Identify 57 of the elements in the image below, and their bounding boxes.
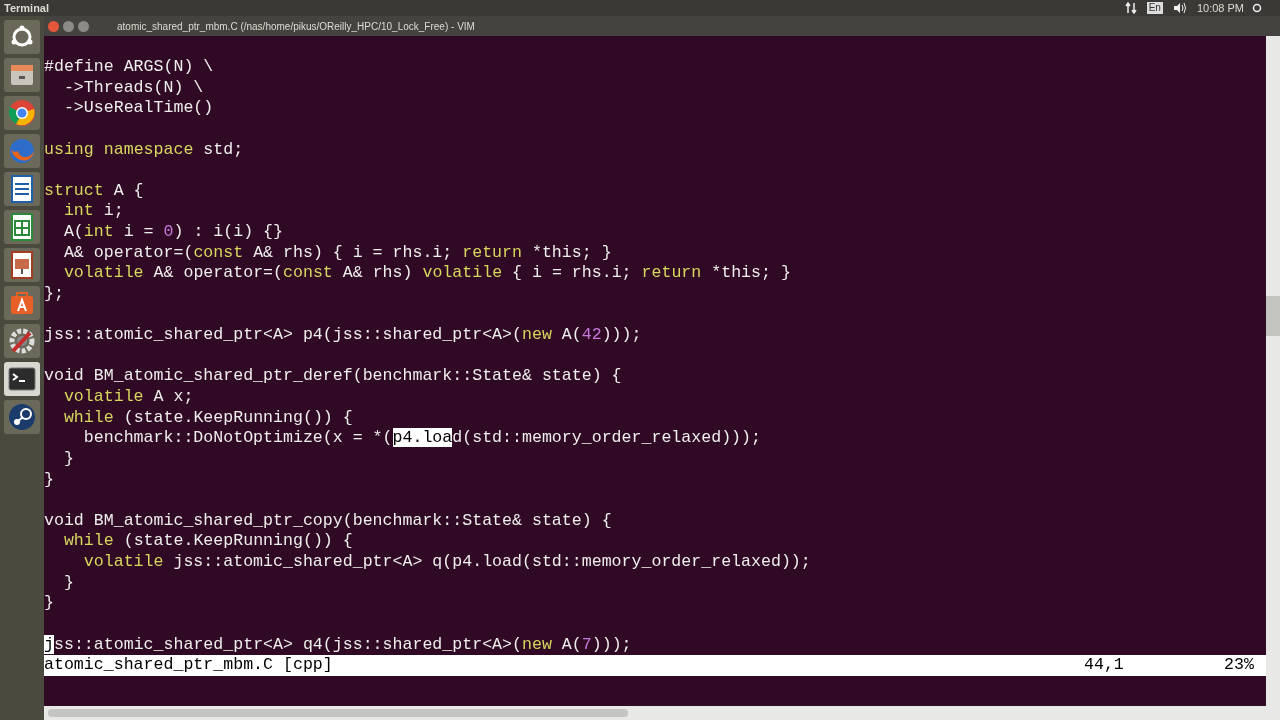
code-line: benchmark::DoNotOptimize(x = *(p4.load(std::memory_order_relaxed)));: [82, 428, 761, 448]
code-line: ->Threads(N) \: [62, 77, 204, 97]
window-title: atomic_shared_ptr_mbm.C (/nas/home/pikus/OReilly_HPC/10_Lock_Free) - VIM: [117, 19, 475, 34]
code-line: #define ARGS(N) \: [44, 57, 214, 76]
launcher-item[interactable]: [4, 172, 40, 206]
scrollbar-thumb[interactable]: [1266, 296, 1280, 336]
launcher-item[interactable]: [4, 286, 40, 320]
code-line: j ss::atomic_shared_ptr<A> q4(jss::shared_ptr<A>(new A(7)));: [44, 634, 632, 654]
code-line: }: [44, 469, 54, 489]
code-line: }: [62, 572, 74, 592]
clock[interactable]: 10:08 PM: [1196, 0, 1244, 17]
drawer-icon: [9, 62, 35, 88]
browser-icon: [8, 99, 36, 127]
code-line: }: [44, 593, 54, 613]
minimize-button[interactable]: [63, 20, 74, 32]
network-arrows-icon[interactable]: [1124, 2, 1137, 14]
steam-logo-icon: [8, 403, 36, 431]
app-name: Terminal: [4, 0, 50, 16]
vertical-scrollbar[interactable]: [1266, 36, 1280, 706]
launcher-item[interactable]: [4, 210, 40, 244]
document-icon: [10, 175, 34, 203]
scrollbar-thumb[interactable]: [48, 709, 628, 717]
code-line: }: [62, 448, 74, 468]
code-line: while (state.KeepRunning()) {: [62, 407, 353, 427]
globe-fox-icon: [8, 137, 36, 165]
cursor-position: 44,1: [1084, 655, 1125, 676]
maximize-button[interactable]: [78, 20, 89, 32]
code-line: while (state.KeepRunning()) {: [62, 531, 353, 551]
shopping-bag-icon: [9, 290, 35, 316]
horizontal-scrollbar[interactable]: [44, 706, 1280, 720]
circle-logo-icon: [10, 25, 34, 49]
code-line: A& operator=(const A& rhs) { i = rhs.i; return *this; }: [62, 242, 612, 262]
launcher-item[interactable]: [4, 400, 40, 434]
code-line: ->UseRealTime(): [62, 98, 214, 118]
code-line: A(int i = 0) : i(i) {}: [62, 222, 284, 241]
code-line: volatile jss::atomic_shared_ptr<A> q(p4.load(std::memory_order_relaxed));: [82, 552, 811, 571]
terminal-icon: [8, 367, 36, 391]
close-button[interactable]: [48, 20, 59, 32]
code-line: };: [44, 283, 64, 303]
gear-wrench-icon: [8, 327, 36, 355]
code-line: using namespace std;: [44, 139, 244, 159]
code-line: volatile A& operator=(const A& rhs) volatile { i = rhs.i; return *this; }: [62, 263, 791, 283]
code-line: void BM_atomic_shared_ptr_copy(benchmark::State& state) {: [44, 510, 612, 530]
spreadsheet-icon: [10, 213, 34, 241]
launcher-item[interactable]: [4, 20, 40, 54]
code-line: int i;: [62, 201, 124, 221]
presentation-icon: [10, 251, 34, 279]
launcher-item[interactable]: [4, 248, 40, 282]
keyboard-layout-indicator[interactable]: En: [1146, 2, 1163, 14]
file-name: atomic_shared_ptr_mbm.C [cpp]: [44, 655, 334, 676]
code-line: void BM_atomic_shared_ptr_deref(benchmark::State& state) {: [44, 366, 622, 386]
volume-icon[interactable]: [1172, 2, 1187, 14]
code-line: jss::atomic_shared_ptr<A> p4(jss::shared_ptr<A>(new A(42)));: [44, 325, 642, 345]
code-line: struct A {: [44, 180, 144, 200]
launcher-item[interactable]: [4, 362, 40, 396]
scroll-percent: 23%: [1224, 655, 1254, 676]
code-line: volatile A x;: [62, 387, 194, 406]
